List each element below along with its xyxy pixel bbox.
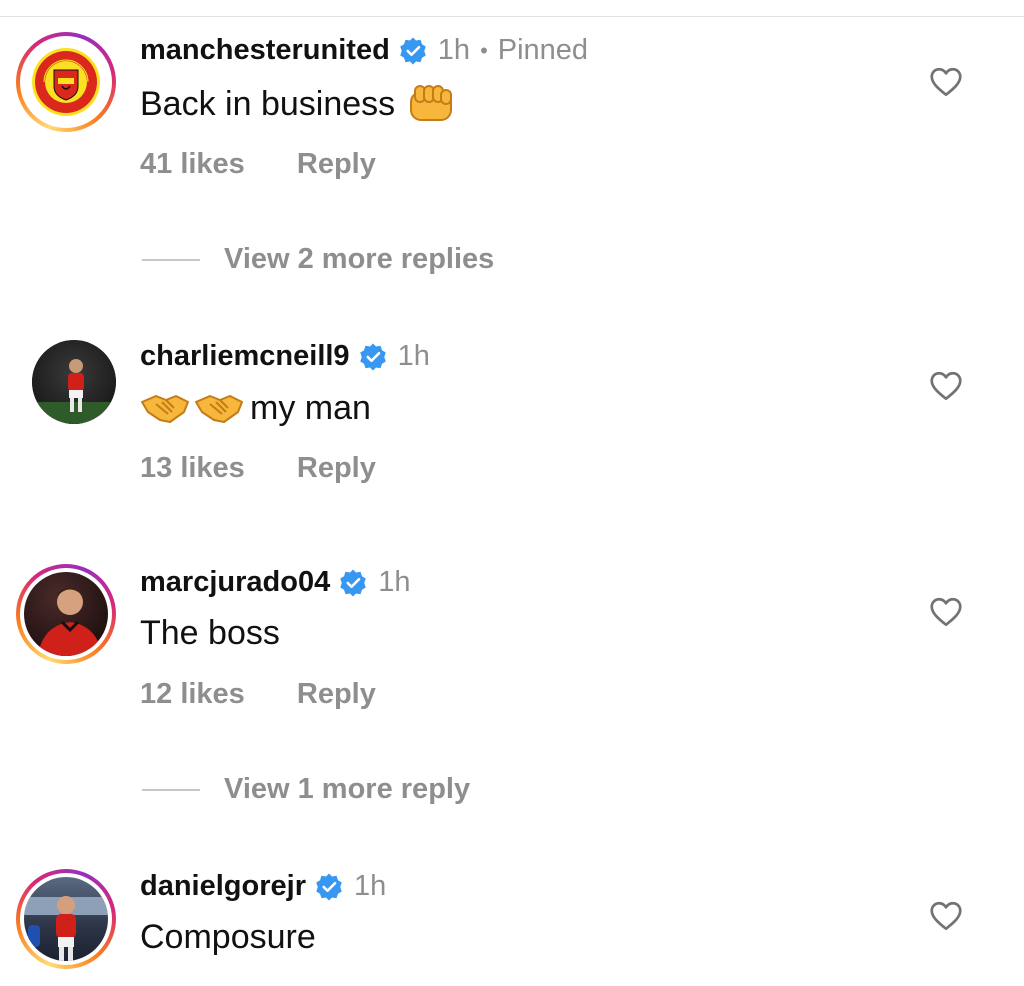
view-replies-label: View 1 more reply bbox=[224, 773, 471, 805]
replies-divider bbox=[142, 788, 200, 791]
comment-text: Composure bbox=[140, 918, 316, 957]
handshake-icon bbox=[141, 395, 189, 423]
comment-time: 1h bbox=[354, 870, 387, 902]
comment-text: The boss bbox=[140, 614, 280, 653]
comment-actions: 12 likes Reply bbox=[140, 678, 420, 711]
avatar-story-ring[interactable] bbox=[16, 564, 116, 664]
verified-badge-icon bbox=[359, 343, 386, 370]
like-heart-icon[interactable] bbox=[928, 368, 964, 404]
avatar-container[interactable] bbox=[16, 332, 116, 432]
comment-time: 1h bbox=[397, 340, 430, 372]
replies-divider bbox=[142, 258, 200, 261]
reply-button[interactable]: Reply bbox=[297, 452, 376, 484]
comment-item: danielgorejr 1h Composure bbox=[0, 0, 1024, 969]
username-link[interactable]: marcjurado04 bbox=[140, 566, 330, 599]
username-link[interactable]: danielgorejr bbox=[140, 870, 306, 903]
verified-badge-icon bbox=[340, 569, 366, 596]
like-heart-icon[interactable] bbox=[928, 594, 964, 630]
view-replies-button[interactable]: View 2 more replies bbox=[142, 243, 494, 276]
comment-body: my man bbox=[250, 388, 371, 427]
username-link[interactable]: charliemcneill9 bbox=[140, 340, 350, 373]
comment-meta: charliemcneill9 1h bbox=[140, 340, 430, 373]
likes-count[interactable]: 13 likes bbox=[140, 452, 245, 484]
view-replies-button[interactable]: View 1 more reply bbox=[142, 773, 470, 806]
comment-body: Composure bbox=[140, 918, 316, 956]
comment-body: The boss bbox=[140, 614, 280, 652]
like-heart-icon[interactable] bbox=[928, 898, 964, 934]
comment-meta: danielgorejr 1h bbox=[140, 870, 386, 903]
view-replies-label: View 2 more replies bbox=[224, 243, 495, 275]
comment-actions: 13 likes Reply bbox=[140, 452, 420, 485]
verified-badge-icon bbox=[316, 873, 342, 900]
comment-meta: marcjurado04 1h bbox=[140, 566, 410, 599]
avatar bbox=[24, 572, 108, 656]
avatar bbox=[32, 340, 116, 424]
comment-time: 1h bbox=[378, 566, 411, 598]
avatar-story-ring[interactable] bbox=[16, 869, 116, 969]
likes-count[interactable]: 12 likes bbox=[140, 678, 245, 710]
handshake-icon bbox=[195, 395, 243, 423]
player-photo-icon bbox=[24, 896, 108, 961]
player-photo-icon bbox=[32, 359, 116, 424]
player-photo-icon bbox=[38, 588, 102, 656]
comment-text: my man bbox=[140, 388, 371, 428]
reply-button[interactable]: Reply bbox=[297, 678, 376, 710]
avatar bbox=[24, 877, 108, 961]
